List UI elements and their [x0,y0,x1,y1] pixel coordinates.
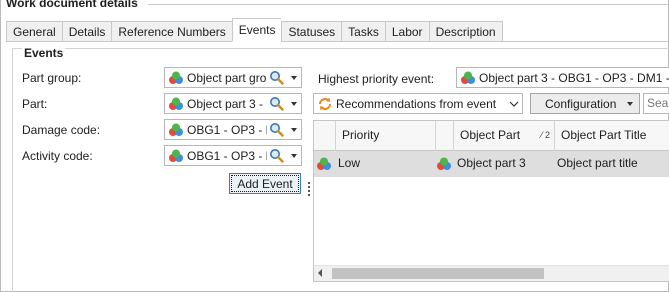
cell-object-part-title: Object part title [557,156,638,170]
scroll-left-icon[interactable] [318,269,322,277]
grid-header-icon-col [314,121,336,151]
part-group-value: Object part group [187,70,267,85]
horizontal-scrollbar[interactable] [314,265,669,281]
tab-reference-numbers[interactable]: Reference Numbers [111,21,232,42]
damage-code-label: Damage code: [22,123,101,137]
refresh-icon [319,97,331,110]
search-icon[interactable] [267,147,285,165]
activity-code-combo[interactable]: OBG1 - OP3 - DM1 [164,145,302,166]
tab-details[interactable]: Details [61,21,112,42]
splitter-handle[interactable] [308,182,311,198]
add-event-button[interactable]: Add Event [229,173,301,194]
title-divider [148,4,669,5]
configuration-label: Configuration [545,96,617,111]
events-group-title: Events [22,46,66,60]
object-group-icon [461,71,475,84]
tab-tasks[interactable]: Tasks [341,21,385,42]
tab-strip: General Details Reference Numbers Events… [6,18,503,42]
tab-labor[interactable]: Labor [384,21,429,42]
highest-priority-label: Highest priority event: [318,72,435,86]
search-input[interactable]: Search [643,93,669,114]
tab-statuses[interactable]: Statuses [281,21,342,42]
damage-code-combo[interactable]: OBG1 - OP3 - DM1 [164,119,302,140]
part-group-combo[interactable]: Object part group [164,67,302,88]
tab-events[interactable]: Events [231,18,282,42]
column-header-object-part-label: Object Part [460,128,521,142]
object-group-icon [169,149,183,162]
highest-priority-field[interactable]: Object part 3 - OBG1 - OP3 - DM1 - OBG1 [456,67,669,88]
tab-general[interactable]: General [6,21,62,42]
column-header-priority[interactable]: Priority [336,121,436,151]
recommendations-value: Recommendations from event [336,96,497,111]
configuration-button[interactable]: Configuration [530,93,640,114]
object-group-icon [436,155,454,181]
scrollbar-thumb[interactable] [332,268,544,279]
highest-priority-value: Object part 3 - OBG1 - OP3 - DM1 - OBG1 [479,70,669,85]
search-icon[interactable] [267,95,285,113]
part-group-label: Part group: [22,71,82,85]
part-combo[interactable]: Object part 3 - OBG1 [164,93,302,114]
events-grid: Priority Object Part ⁄ 2 Object Part Tit… [313,120,669,282]
chevron-down-icon[interactable] [504,94,522,113]
chevron-down-icon[interactable] [285,94,301,113]
damage-code-value: OBG1 - OP3 - DM1 [187,122,267,137]
grid-header: Priority Object Part ⁄ 2 Object Part Tit… [314,121,669,151]
sort-indicator: ⁄ 2 [541,121,550,150]
window-title-bar: Work document details [0,0,669,14]
column-header-object-part-title[interactable]: Object Part Title [555,121,669,151]
window-title: Work document details [6,0,138,10]
sort-order-number: 2 [544,130,550,140]
tab-strip-divider [6,41,669,42]
grid-header-icon-col-2 [436,121,454,151]
cell-priority: Low [338,156,361,170]
sort-arrow-icon: ⁄ [540,130,543,140]
cell-object-part: Object part 3 [457,156,526,170]
chevron-down-icon[interactable] [285,68,301,87]
activity-code-label: Activity code: [22,149,93,163]
part-label: Part: [22,97,48,111]
chevron-down-icon [627,102,633,106]
recommendations-dropdown[interactable]: Recommendations from event [313,93,523,114]
search-icon[interactable] [267,69,285,87]
object-group-icon [169,123,183,136]
object-group-icon [169,97,183,110]
column-header-object-part[interactable]: Object Part ⁄ 2 [454,121,555,151]
chevron-down-icon[interactable] [285,120,301,139]
object-group-icon [316,155,336,181]
object-group-icon [169,71,183,84]
chevron-down-icon[interactable] [285,146,301,165]
activity-code-value: OBG1 - OP3 - DM1 [187,148,267,163]
tab-description[interactable]: Description [428,21,503,42]
part-value: Object part 3 - OBG1 [187,96,267,111]
search-icon[interactable] [267,121,285,139]
table-row[interactable]: Low Object part 3 Object part title [314,151,669,177]
